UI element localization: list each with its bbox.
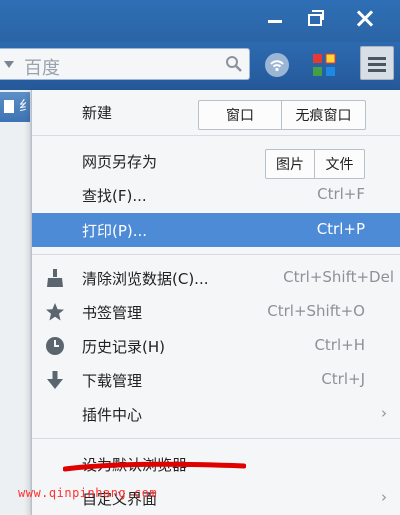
- new-button-group: 窗口 无痕窗口: [198, 100, 366, 130]
- watermark: www.qinpinhang.com: [18, 486, 158, 500]
- menu-item-shortcut: Ctrl+F: [317, 185, 365, 203]
- toolbar: 百度: [0, 42, 400, 90]
- menu-item-label: 新建: [82, 104, 113, 122]
- apps-icon[interactable]: [311, 52, 337, 78]
- menu-item-shortcut: Ctrl+Shift+Del: [283, 268, 394, 286]
- save-file-button[interactable]: 文件: [314, 150, 364, 178]
- restore-icon[interactable]: [298, 4, 332, 32]
- menu-item-history[interactable]: 历史记录(H) Ctrl+H: [32, 329, 400, 363]
- minimize-icon[interactable]: [258, 4, 292, 32]
- menu-separator: [32, 438, 400, 439]
- menu-item-label: 打印(P)...: [82, 222, 148, 240]
- menu-item-find[interactable]: 查找(F)... Ctrl+F: [32, 178, 400, 212]
- new-incognito-window-button[interactable]: 无痕窗口: [281, 101, 365, 129]
- search-icon[interactable]: [225, 55, 243, 73]
- menu-item-shortcut: Ctrl+P: [316, 220, 365, 238]
- menu-item-print[interactable]: 打印(P)... Ctrl+P: [32, 213, 400, 247]
- menu-item-label: 清除浏览数据(C)...: [82, 270, 209, 288]
- main-menu: 新建 窗口 无痕窗口 网页另存为 图片 文件 查找(F)... Ctrl+F 打…: [31, 90, 400, 515]
- menu-item-bookmarks[interactable]: 书签管理 Ctrl+Shift+O: [32, 295, 400, 329]
- menu-item-label: 查找(F)...: [82, 187, 147, 205]
- menu-item-shortcut: Ctrl+Shift+O: [267, 302, 365, 320]
- save-as-button-group: 图片 文件: [265, 149, 365, 179]
- annotation-underline: [63, 461, 246, 472]
- menu-item-label: 历史记录(H): [82, 338, 165, 356]
- search-input[interactable]: 百度: [0, 48, 250, 80]
- tab[interactable]: 纟: [0, 92, 33, 122]
- menu-item-label: 网页另存为: [82, 153, 158, 171]
- menu-item-label: 下载管理: [82, 372, 143, 390]
- menu-separator: [32, 135, 400, 136]
- document-icon: [4, 100, 14, 113]
- title-bar: [0, 0, 400, 42]
- chevron-right-icon: ›: [381, 488, 387, 506]
- menu-item-save-as: 网页另存为 图片 文件: [32, 144, 400, 179]
- broom-icon: [47, 269, 63, 287]
- menu-item-clear-data[interactable]: 清除浏览数据(C)... Ctrl+Shift+Del: [32, 261, 400, 295]
- close-icon[interactable]: [348, 4, 382, 32]
- page-content-area: [0, 90, 30, 515]
- menu-item-plugins[interactable]: 插件中心 ›: [32, 397, 400, 431]
- menu-item-downloads[interactable]: 下载管理 Ctrl+J: [32, 363, 400, 397]
- menu-icon[interactable]: [360, 46, 394, 80]
- search-engine-dropdown-icon[interactable]: [4, 61, 14, 68]
- clock-icon: [46, 337, 64, 355]
- save-image-button[interactable]: 图片: [266, 150, 314, 178]
- wifi-icon[interactable]: [264, 52, 290, 78]
- menu-item-new: 新建 窗口 无痕窗口: [32, 95, 400, 130]
- menu-separator: [32, 254, 400, 255]
- menu-item-shortcut: Ctrl+H: [314, 336, 365, 354]
- menu-item-label: 书签管理: [82, 304, 143, 322]
- download-icon: [47, 371, 63, 389]
- search-placeholder: 百度: [24, 58, 60, 79]
- star-icon: [46, 303, 64, 321]
- chevron-right-icon: ›: [381, 404, 387, 422]
- new-window-button[interactable]: 窗口: [199, 101, 281, 129]
- menu-item-label: 插件中心: [82, 406, 143, 424]
- menu-item-shortcut: Ctrl+J: [321, 370, 365, 388]
